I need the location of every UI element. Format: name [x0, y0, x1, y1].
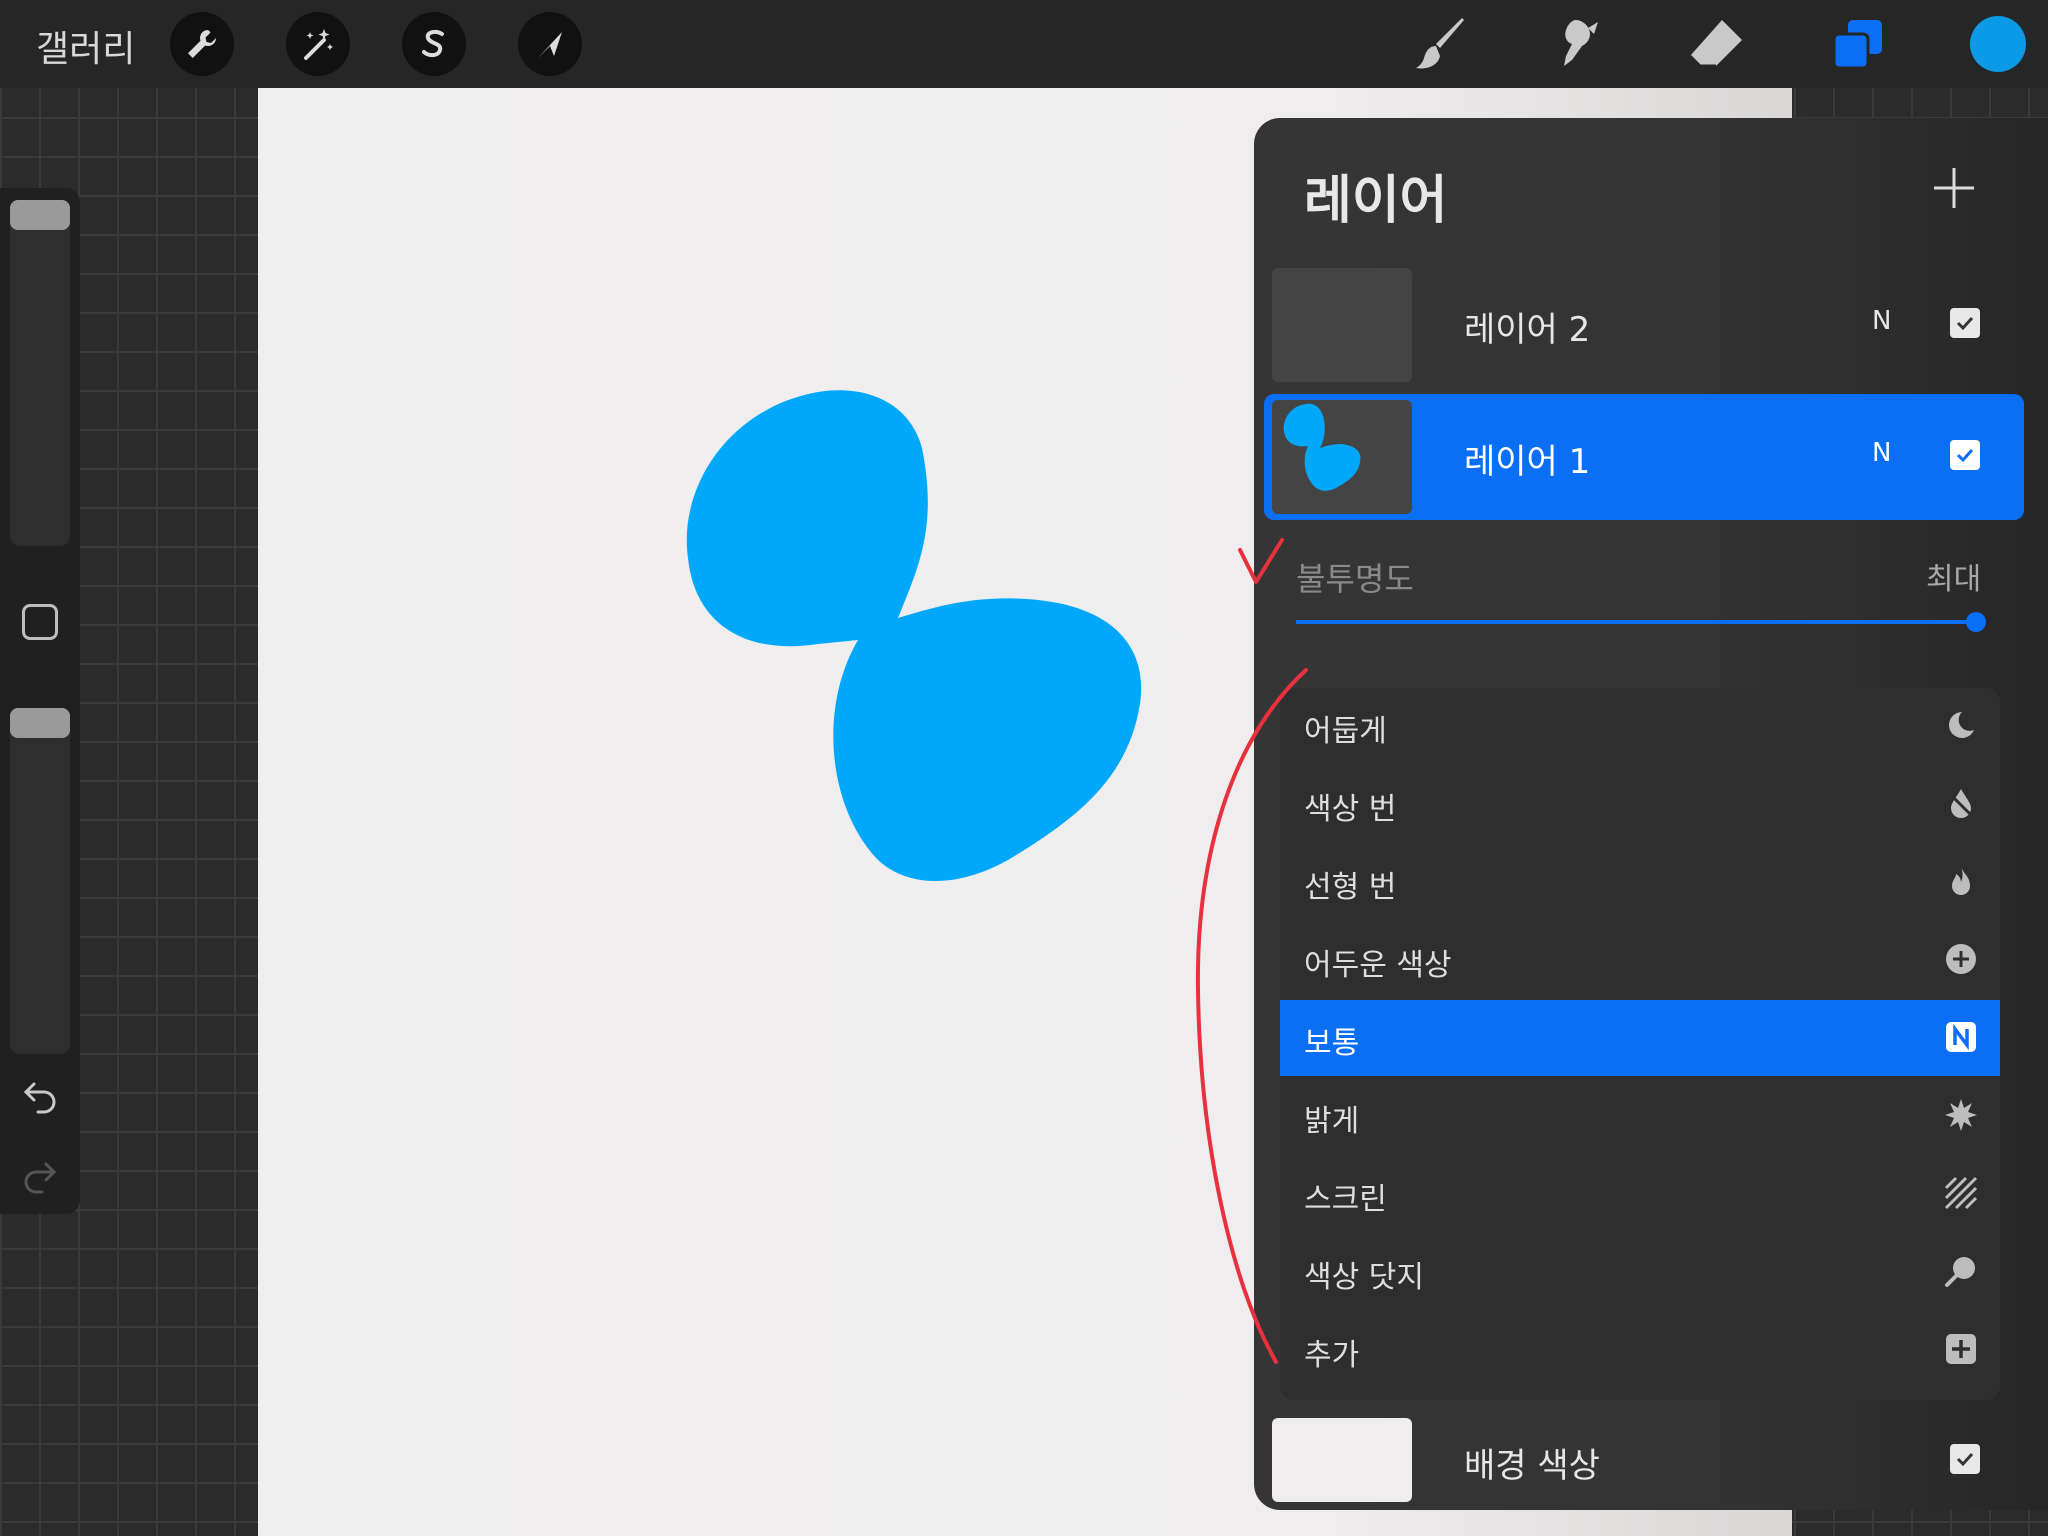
check-mark-annotation [1238, 538, 1284, 584]
annotation-overlay [1195, 538, 1308, 1364]
bracket-annotation [1195, 668, 1308, 1364]
